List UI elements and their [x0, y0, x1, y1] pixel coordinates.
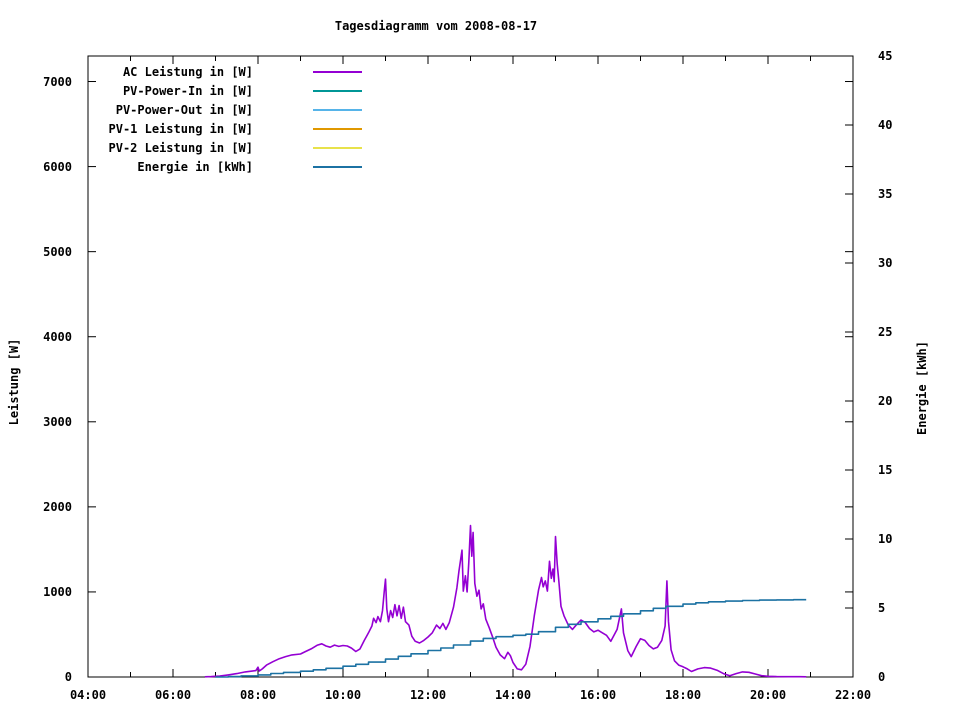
chart-container: Tagesdiagramm vom 2008-08-17 Leistung [W…	[0, 0, 960, 720]
x-axis-tick-label: 12:00	[409, 688, 447, 702]
y-axis-tick-label: 5000	[43, 244, 72, 259]
x-axis-tick-label: 14:00	[494, 688, 532, 702]
x-axis-tick-label: 06:00	[154, 688, 192, 702]
legend-item-label: AC Leistung in [W]	[122, 65, 253, 79]
y2-axis-tick-label: 0	[878, 670, 886, 684]
y-axis-tick-label: 0	[64, 670, 72, 684]
legend-line-swatch	[313, 109, 362, 111]
legend-line-swatch	[313, 128, 362, 130]
x-axis-tick-label: 16:00	[579, 688, 617, 702]
y2-axis-tick-label: 20	[878, 394, 893, 408]
y-axis-tick-label: 2000	[43, 499, 72, 514]
x-axis-tick-label: 20:00	[749, 688, 787, 702]
legend-line-swatch	[313, 71, 362, 73]
legend-item-label: PV-1 Leistung in [W]	[108, 122, 254, 136]
legend-item-label: PV-2 Leistung in [W]	[108, 141, 254, 155]
y2-axis-tick-label: 30	[878, 256, 893, 270]
x-axis-tick-label: 22:00	[834, 688, 872, 702]
legend-item-label: PV-Power-In in [W]	[122, 84, 253, 98]
x-axis-tick-label: 08:00	[239, 688, 277, 702]
y-axis-tick-label: 4000	[43, 329, 72, 344]
series-line-6	[215, 598, 807, 678]
x-axis-tick-label: 04:00	[69, 688, 107, 702]
y-axis-tick-label: 1000	[43, 584, 72, 599]
y2-axis-tick-label: 15	[878, 463, 893, 477]
x-axis-tick-label: 18:00	[664, 688, 702, 702]
y2-axis-tick-label: 5	[878, 601, 886, 615]
y-axis-tick-label: 7000	[43, 74, 72, 89]
y2-axis-tick-label: 40	[878, 118, 893, 132]
y2-axis-tick-label: 10	[878, 532, 893, 546]
legend-line-swatch	[313, 147, 362, 149]
y2-axis-tick-label: 25	[878, 325, 893, 339]
y-axis-tick-label: 6000	[43, 159, 72, 174]
legend-line-swatch	[313, 166, 362, 168]
legend-line-swatch	[313, 90, 362, 92]
legend-item-label: PV-Power-Out in [W]	[115, 103, 253, 117]
y-axis-tick-label: 3000	[43, 414, 72, 429]
legend-item-label: Energie in [kWh]	[137, 160, 253, 174]
y2-axis-tick-label: 35	[878, 187, 893, 201]
y2-axis-tick-label: 45	[878, 49, 893, 63]
x-axis-tick-label: 10:00	[324, 688, 362, 702]
